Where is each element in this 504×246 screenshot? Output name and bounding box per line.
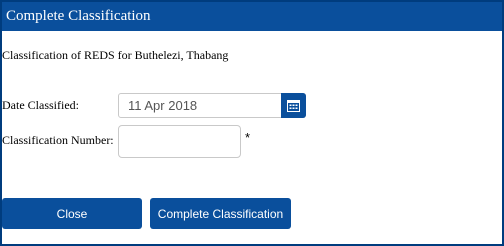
- calendar-button[interactable]: [281, 93, 306, 118]
- classification-description: Classification of REDS for Buthelezi, Th…: [2, 48, 229, 62]
- classification-number-label: Classification Number:: [2, 133, 114, 147]
- required-marker: *: [245, 130, 251, 145]
- dialog-title: Complete Classification: [2, 2, 502, 31]
- date-classified-picker: [118, 93, 306, 118]
- complete-classification-button[interactable]: Complete Classification: [150, 198, 291, 229]
- calendar-icon: [287, 100, 300, 112]
- date-classified-input[interactable]: [119, 94, 281, 117]
- close-button[interactable]: Close: [2, 198, 142, 229]
- date-classified-label: Date Classified:: [2, 98, 79, 112]
- complete-classification-dialog: Complete Classification Classification o…: [0, 0, 504, 246]
- classification-number-input[interactable]: [118, 125, 241, 158]
